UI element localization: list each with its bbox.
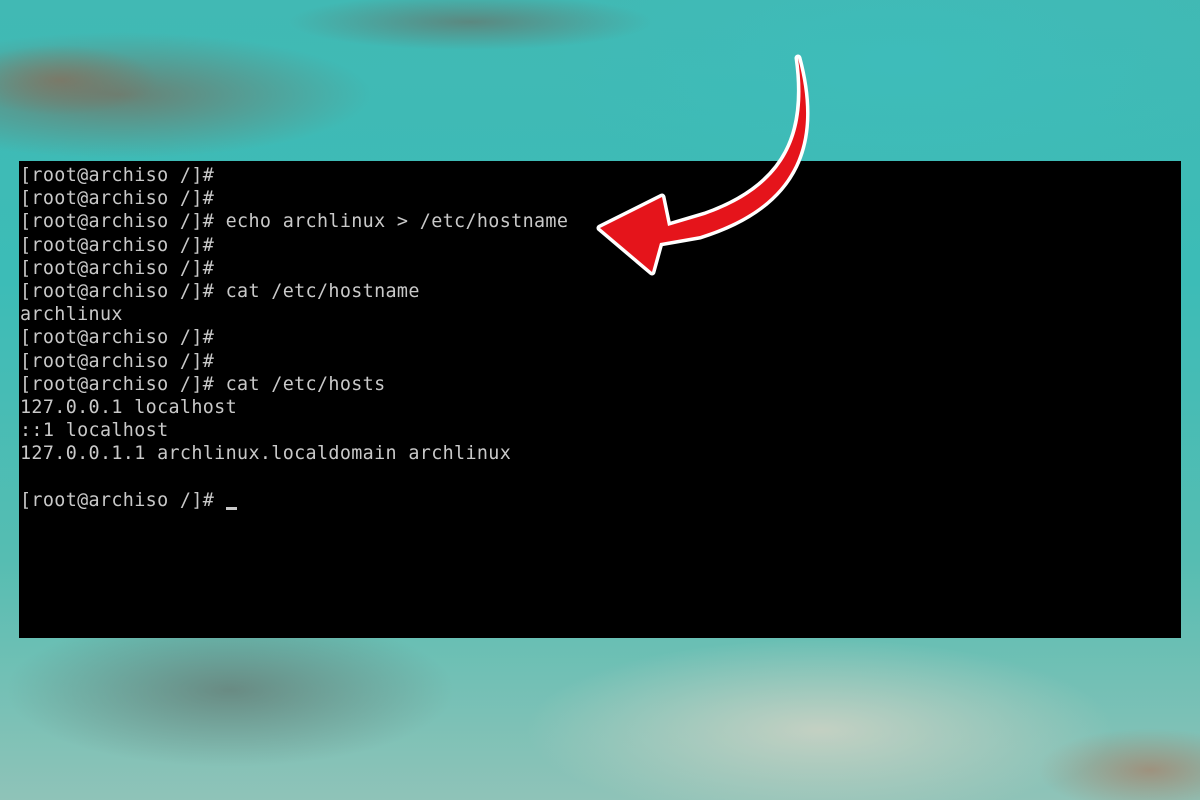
- terminal-window[interactable]: [root@archiso /]# [root@archiso /]# [roo…: [19, 161, 1181, 638]
- terminal-cursor: [225, 506, 237, 510]
- terminal-line-cat-hosts: [root@archiso /]# cat /etc/hosts: [20, 373, 386, 395]
- terminal-line-cat-hostname: [root@archiso /]# cat /etc/hostname: [20, 280, 420, 302]
- terminal-line: [root@archiso /]#: [20, 188, 215, 210]
- terminal-line: [root@archiso /]#: [20, 257, 215, 279]
- terminal-line: [root@archiso /]#: [20, 350, 215, 372]
- terminal-line: [root@archiso /]#: [20, 327, 215, 349]
- terminal-prompt: [root@archiso /]#: [20, 489, 226, 511]
- terminal-prompt-line[interactable]: [root@archiso /]#: [19, 489, 1181, 512]
- terminal-line: [root@archiso /]#: [20, 165, 215, 186]
- terminal-line: [root@archiso /]#: [20, 234, 215, 256]
- terminal-output-hosts-line: ::1 localhost: [20, 420, 169, 442]
- terminal-output-hosts-line: 127.0.0.1.1 archlinux.localdomain archli…: [20, 443, 512, 465]
- terminal-output-hosts-line: 127.0.0.1 localhost: [20, 396, 238, 418]
- terminal-output-hostname: archlinux: [20, 304, 123, 326]
- terminal-line-echo-hostname: [root@archiso /]# echo archlinux > /etc/…: [20, 211, 569, 233]
